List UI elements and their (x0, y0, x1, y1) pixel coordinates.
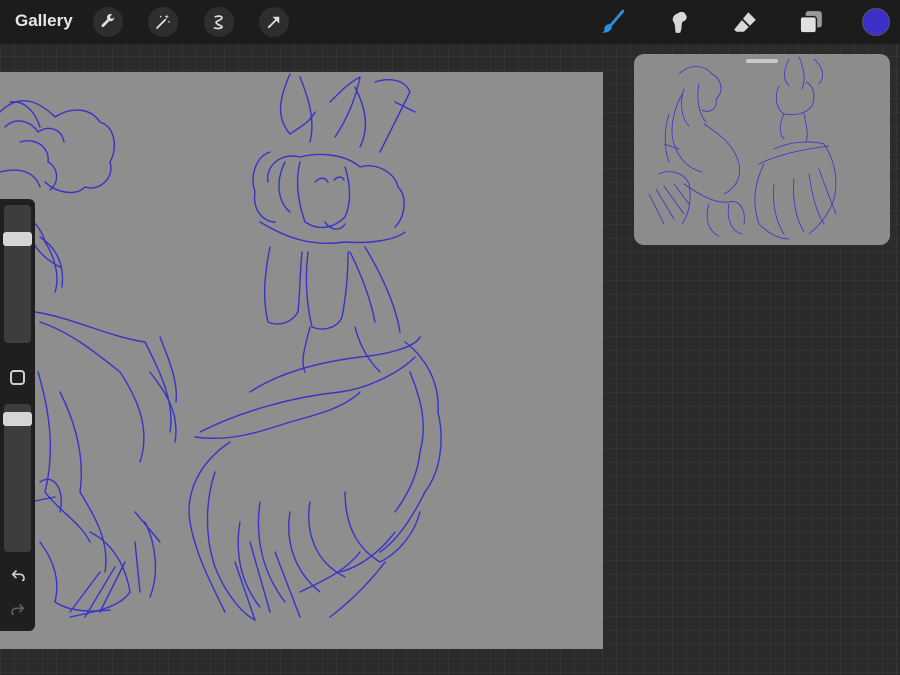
wrench-icon (101, 14, 115, 27)
redo-button[interactable] (8, 599, 28, 619)
actions-wrench-button[interactable] (93, 7, 123, 37)
eraser-tool-button[interactable] (730, 7, 760, 37)
sketch-strokes (0, 73, 442, 621)
reference-thumbnail (648, 56, 837, 240)
layers-icon (799, 11, 822, 34)
undo-button[interactable] (8, 565, 28, 585)
smudge-tool-button[interactable] (664, 7, 694, 37)
layers-button[interactable] (796, 7, 826, 37)
smudge-icon (672, 11, 687, 33)
reference-left-figure (648, 66, 745, 237)
brush-size-slider-thumb[interactable] (3, 232, 32, 246)
brush-opacity-slider-thumb[interactable] (3, 412, 32, 426)
gallery-button[interactable]: Gallery (15, 11, 73, 31)
adjustments-button[interactable] (148, 7, 178, 37)
brush-opacity-slider[interactable] (3, 404, 32, 552)
drawing-canvas[interactable] (0, 72, 603, 649)
undo-icon (11, 570, 25, 582)
eraser-icon (734, 12, 756, 32)
selection-icon (213, 15, 223, 30)
magic-wand-icon (156, 14, 171, 29)
right-figure-sketch (188, 73, 442, 621)
reference-window[interactable] (634, 54, 890, 245)
brush-icon (602, 9, 625, 33)
left-sidebar (0, 199, 35, 631)
modify-square-icon[interactable] (10, 370, 25, 385)
selection-button[interactable] (204, 7, 234, 37)
top-toolbar: Gallery (0, 0, 900, 44)
transform-button[interactable] (259, 7, 289, 37)
reference-right-figure (754, 56, 837, 240)
reference-window-grabber[interactable] (746, 59, 778, 63)
color-picker-button[interactable] (862, 8, 890, 36)
transform-arrow-icon (267, 16, 280, 29)
brush-size-slider[interactable] (3, 205, 32, 343)
brush-tool-button[interactable] (598, 7, 628, 37)
redo-icon (11, 604, 25, 616)
